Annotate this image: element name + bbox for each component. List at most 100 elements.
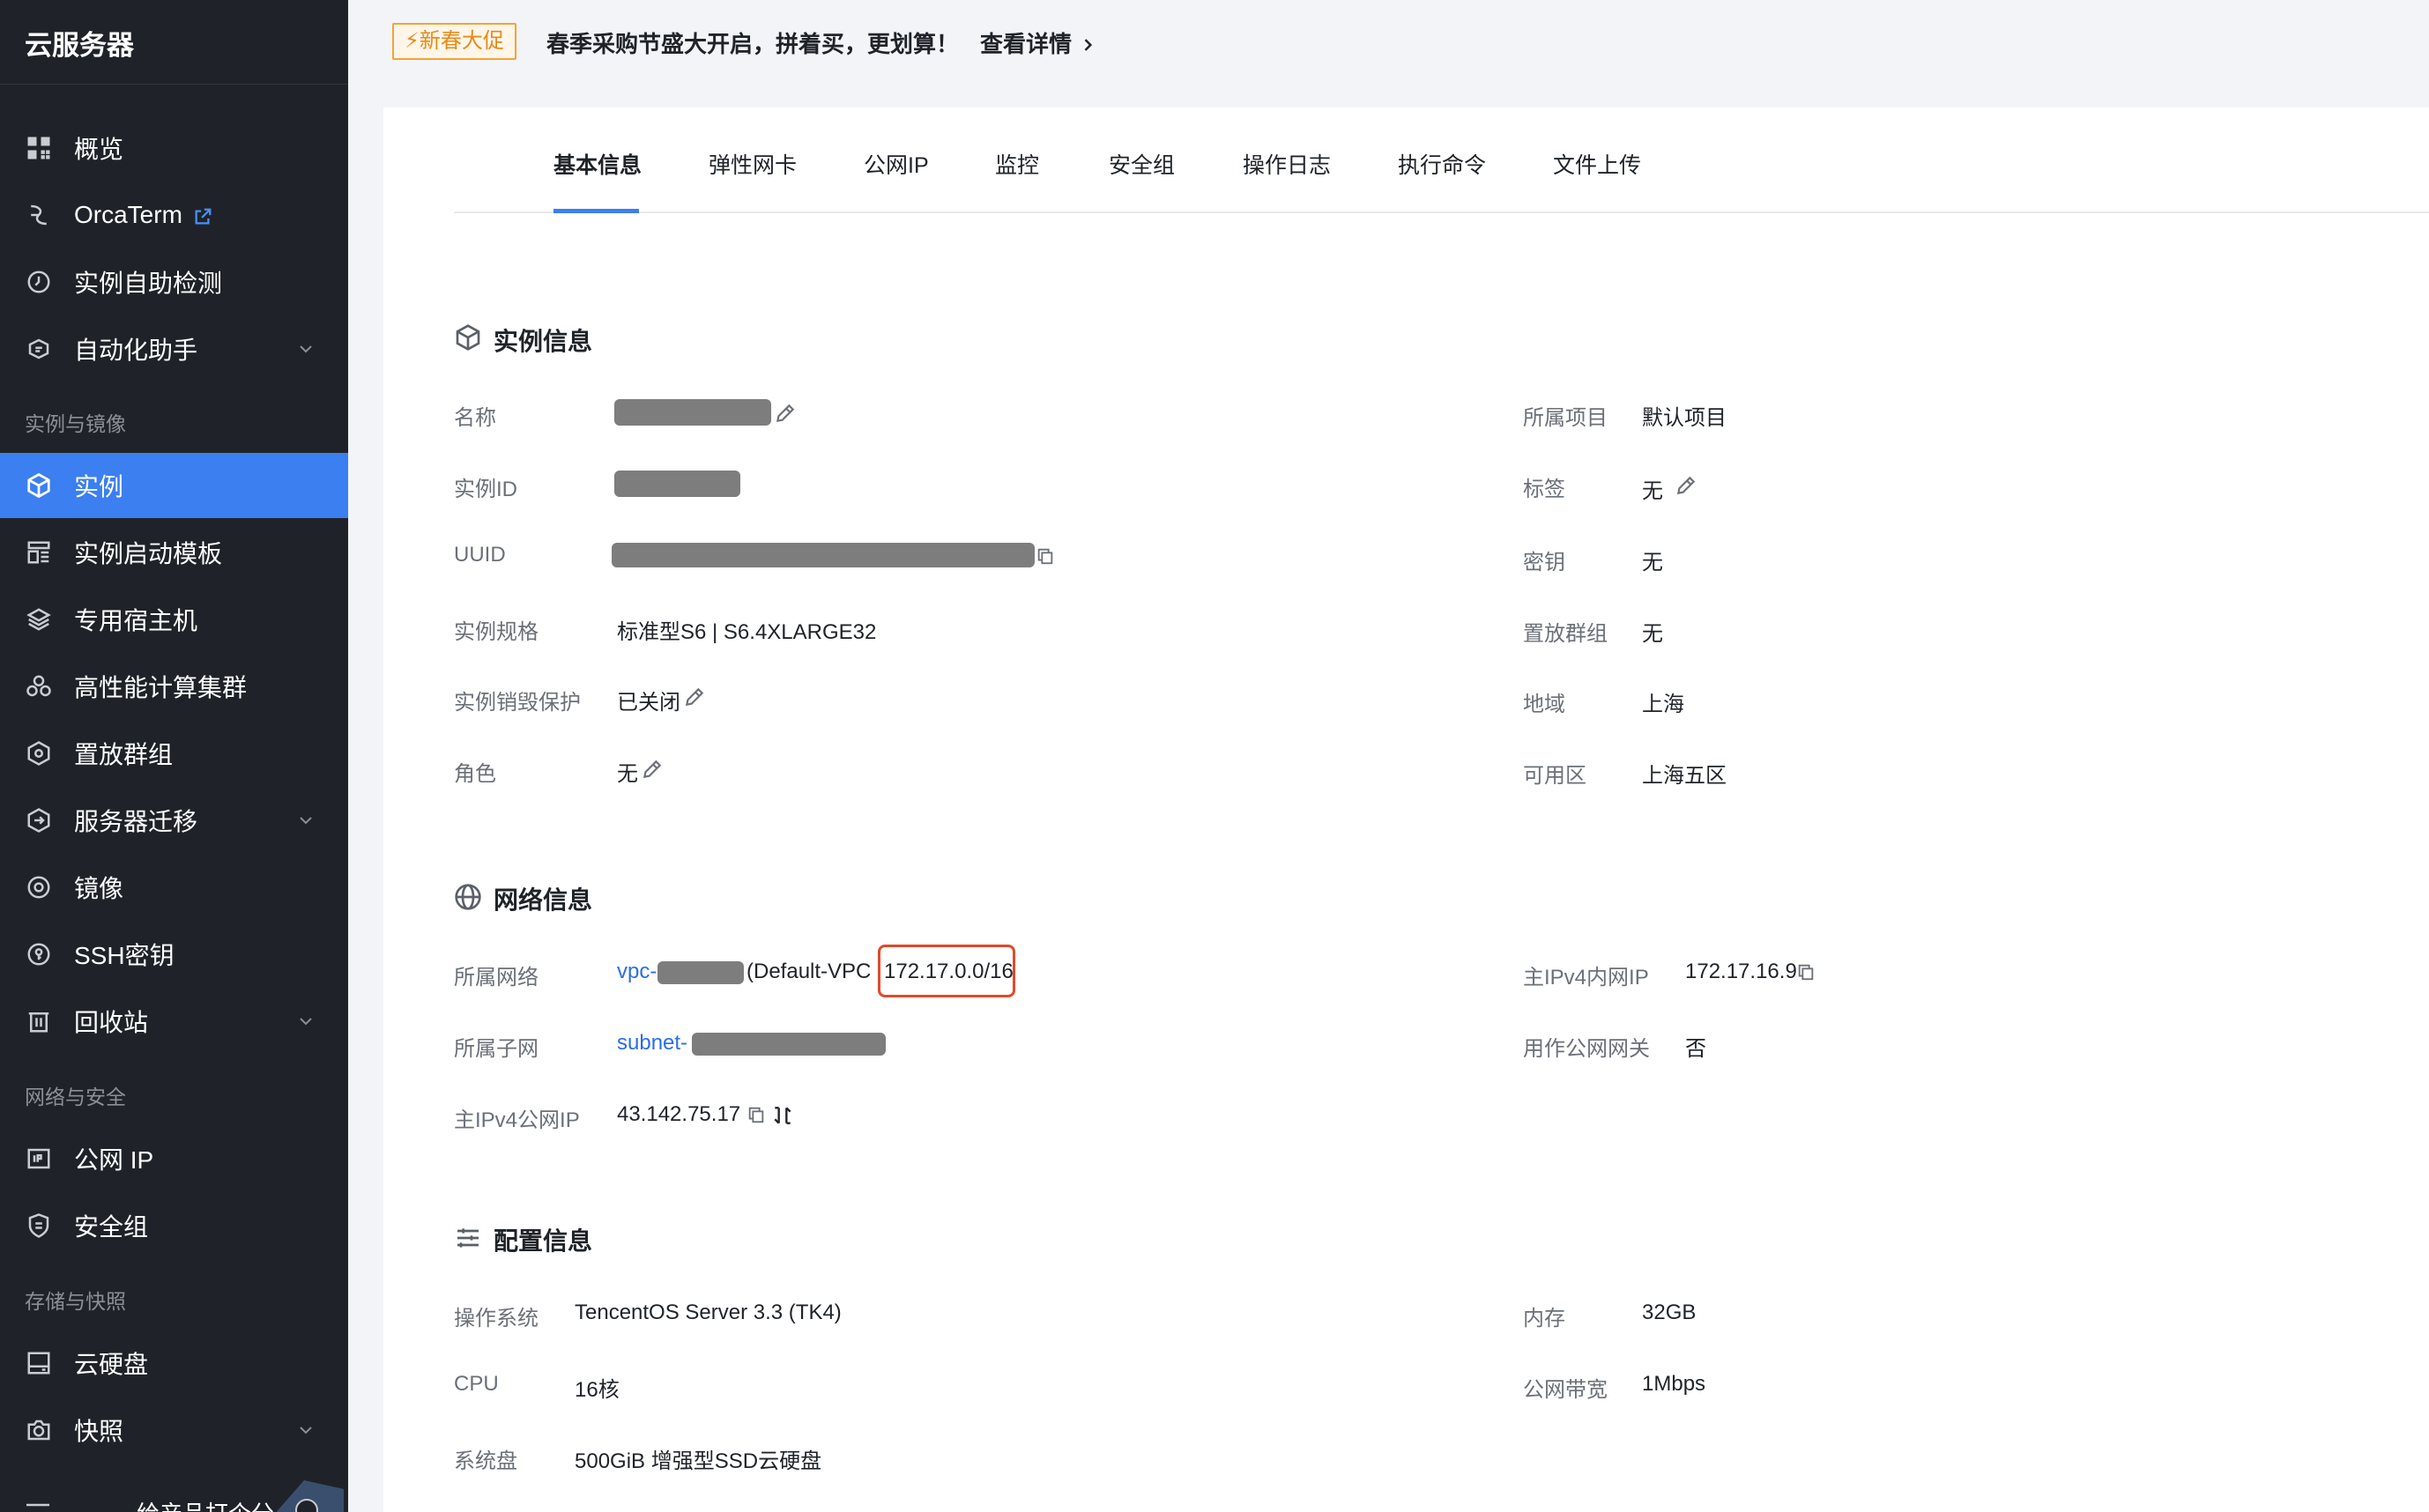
sidebar-item-security-group[interactable]: 安全组 [0,1193,348,1258]
copy-icon[interactable] [1036,546,1055,566]
sidebar-item-public-ip[interactable]: 公网 IP [0,1126,348,1191]
sidebar-item-overview[interactable]: 概览 [0,115,348,181]
menu-lines-icon [26,1503,49,1507]
memory-value: 32GB [1642,1301,1697,1324]
cpu-label: CPU [454,1372,499,1396]
orcaterm-icon [25,201,53,229]
layers-icon [25,605,53,634]
placement-group-value: 无 [1642,622,1663,646]
camera-icon [25,1416,53,1444]
os-value: TencentOS Server 3.3 (TK4) [575,1301,842,1324]
sidebar-item-self-check[interactable]: 实例自助检测 [0,249,348,315]
tab-security-group[interactable]: 安全组 [1109,148,1175,180]
tab-public-ip[interactable]: 公网IP [864,148,929,180]
sidebar-item-image[interactable]: 镜像 [0,855,348,920]
sidebar-section-storage: 存储与快照 [25,1290,126,1313]
sidebar-item-placement-group[interactable]: 置放群组 [0,721,348,786]
sidebar-item-label: 服务器迁移 [74,808,198,835]
automation-icon [25,335,53,363]
lightning-icon: ⚡ [405,29,420,53]
cidr-highlight-box [878,945,1015,997]
chevron-right-icon [1084,39,1093,51]
instance-detail-panel: 基本信息 弹性网卡 公网IP 监控 安全组 操作日志 执行命令 文件上传 实例信… [383,107,2429,1512]
subnet-id-redacted [692,1033,886,1056]
sidebar-item-label: 专用宿主机 [74,607,198,634]
tag-label: 标签 [1523,478,1565,501]
tab-eni[interactable]: 弹性网卡 [709,148,797,180]
sidebar-item-automation[interactable]: 自动化助手 [0,316,348,382]
private-ip-value: 172.17.16.9 [1685,960,1797,983]
sidebar-item-dedicated-host[interactable]: 专用宿主机 [0,587,348,652]
active-tab-indicator [553,209,639,213]
template-icon [25,538,53,567]
public-ip-icon [25,1145,53,1173]
role-label: 角色 [454,762,496,786]
edit-pencil-icon[interactable] [774,402,797,425]
vpc-label: 所属网络 [454,966,539,989]
destroy-protect-label: 实例销毁保护 [454,691,581,715]
public-ip-value: 43.142.75.17 [617,1102,741,1126]
destroy-protect-value: 已关闭 [617,691,680,715]
vpc-id-redacted [657,961,744,984]
tab-operation-log[interactable]: 操作日志 [1243,148,1331,180]
sidebar-item-recycle-bin[interactable]: 回收站 [0,989,348,1054]
sidebar-item-orcaterm[interactable]: OrcaTerm [0,182,348,248]
section-title-instance: 实例信息 [494,328,593,355]
bandwidth-value: 1Mbps [1642,1372,1706,1396]
sidebar-item-ssh-key[interactable]: SSH密钥 [0,922,348,987]
edit-pencil-icon[interactable] [641,758,664,781]
dashboard-grid-icon [25,134,53,162]
sidebar-item-instance[interactable]: 实例 [0,453,348,518]
spec-label: 实例规格 [454,620,539,644]
promo-text: 春季采购节盛大开启，拼着买，更划算！ [546,31,960,57]
uuid-label: UUID [454,543,506,567]
zone-value: 上海五区 [1642,764,1727,788]
tag-value: 无 [1642,479,1663,503]
instance-id-label: 实例ID [454,478,517,501]
instance-cube-icon [456,324,480,351]
sidebar-item-label: 置放群组 [74,741,174,768]
project-label: 所属项目 [1523,406,1608,430]
sidebar-item-label: 实例启动模板 [74,540,223,567]
external-link-icon [195,208,212,225]
sidebar-item-label: 概览 [74,136,124,163]
copy-icon[interactable] [747,1105,766,1124]
sidebar-item-launch-template[interactable]: 实例启动模板 [0,520,348,585]
chevron-down-icon [300,817,312,825]
sidebar-item-label: 云硬盘 [74,1351,149,1378]
tab-monitor[interactable]: 监控 [995,148,1039,180]
sidebar-item-hpc-cluster[interactable]: 高性能计算集群 [0,654,348,719]
os-label: 操作系统 [454,1307,539,1330]
vpc-link[interactable]: vpc- [617,960,657,984]
memory-label: 内存 [1523,1307,1565,1330]
sidebar-item-label: 安全组 [74,1213,149,1241]
subnet-link[interactable]: subnet- [617,1031,687,1056]
tab-basic-info[interactable]: 基本信息 [553,148,642,180]
sidebar-item-snapshot[interactable]: 快照 [0,1397,348,1463]
vpc-name: (Default-VPC [747,960,872,983]
zone-label: 可用区 [1523,764,1586,788]
sidebar-item-label: SSH密钥 [74,942,175,969]
swap-ip-icon[interactable] [771,1104,794,1127]
sidebar-item-migration[interactable]: 服务器迁移 [0,788,348,853]
spec-value: 标准型S6 | S6.4XLARGE32 [617,620,877,644]
edit-pencil-icon[interactable] [683,686,706,708]
sidebar-feedback[interactable]: 给产品打个分 [0,1480,348,1512]
sidebar: 云服务器 概览 OrcaTerm 实例自助检测 自动化助手 实例与镜像 实例 实… [0,0,348,1512]
tab-run-command[interactable]: 执行命令 [1398,148,1486,180]
edit-pencil-icon[interactable] [1675,474,1697,497]
sidebar-item-label: 公网 IP [74,1146,154,1174]
security-shield-icon [25,1212,53,1240]
role-value: 无 [617,762,638,786]
sidebar-item-label: 回收站 [74,1009,149,1036]
key-label: 密钥 [1523,551,1565,574]
copy-icon[interactable] [1796,962,1816,982]
name-label: 名称 [454,406,496,430]
image-disc-icon [25,873,53,901]
recycle-bin-icon [25,1007,53,1035]
promo-detail-link[interactable]: 查看详情 [980,26,1096,59]
promo-badge: ⚡新春大促 [392,23,516,60]
tab-file-upload[interactable]: 文件上传 [1553,148,1641,180]
private-ip-label: 主IPv4内网IP [1523,966,1649,989]
sidebar-item-cloud-disk[interactable]: 云硬盘 [0,1330,348,1396]
